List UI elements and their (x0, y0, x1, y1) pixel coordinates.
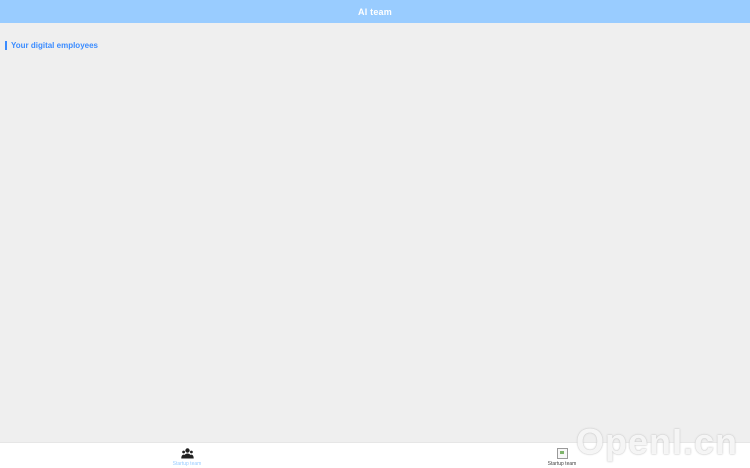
tab-startup-team[interactable]: Startup team (157, 443, 217, 468)
section-accent-bar (5, 41, 7, 50)
broken-image-placeholder (556, 447, 568, 459)
main-content-area (0, 23, 750, 442)
broken-image-icon (556, 447, 569, 459)
top-navigation-bar: AI team (0, 0, 750, 23)
page-title: AI team (358, 6, 392, 17)
watermark-logo: OpenI.cn (575, 421, 738, 462)
team-icon (180, 447, 194, 459)
section-title: Your digital employees (11, 41, 98, 50)
tab-label: Startup team (172, 461, 202, 467)
section-header: Your digital employees (5, 41, 98, 50)
tab-label: Startup team (547, 461, 577, 467)
